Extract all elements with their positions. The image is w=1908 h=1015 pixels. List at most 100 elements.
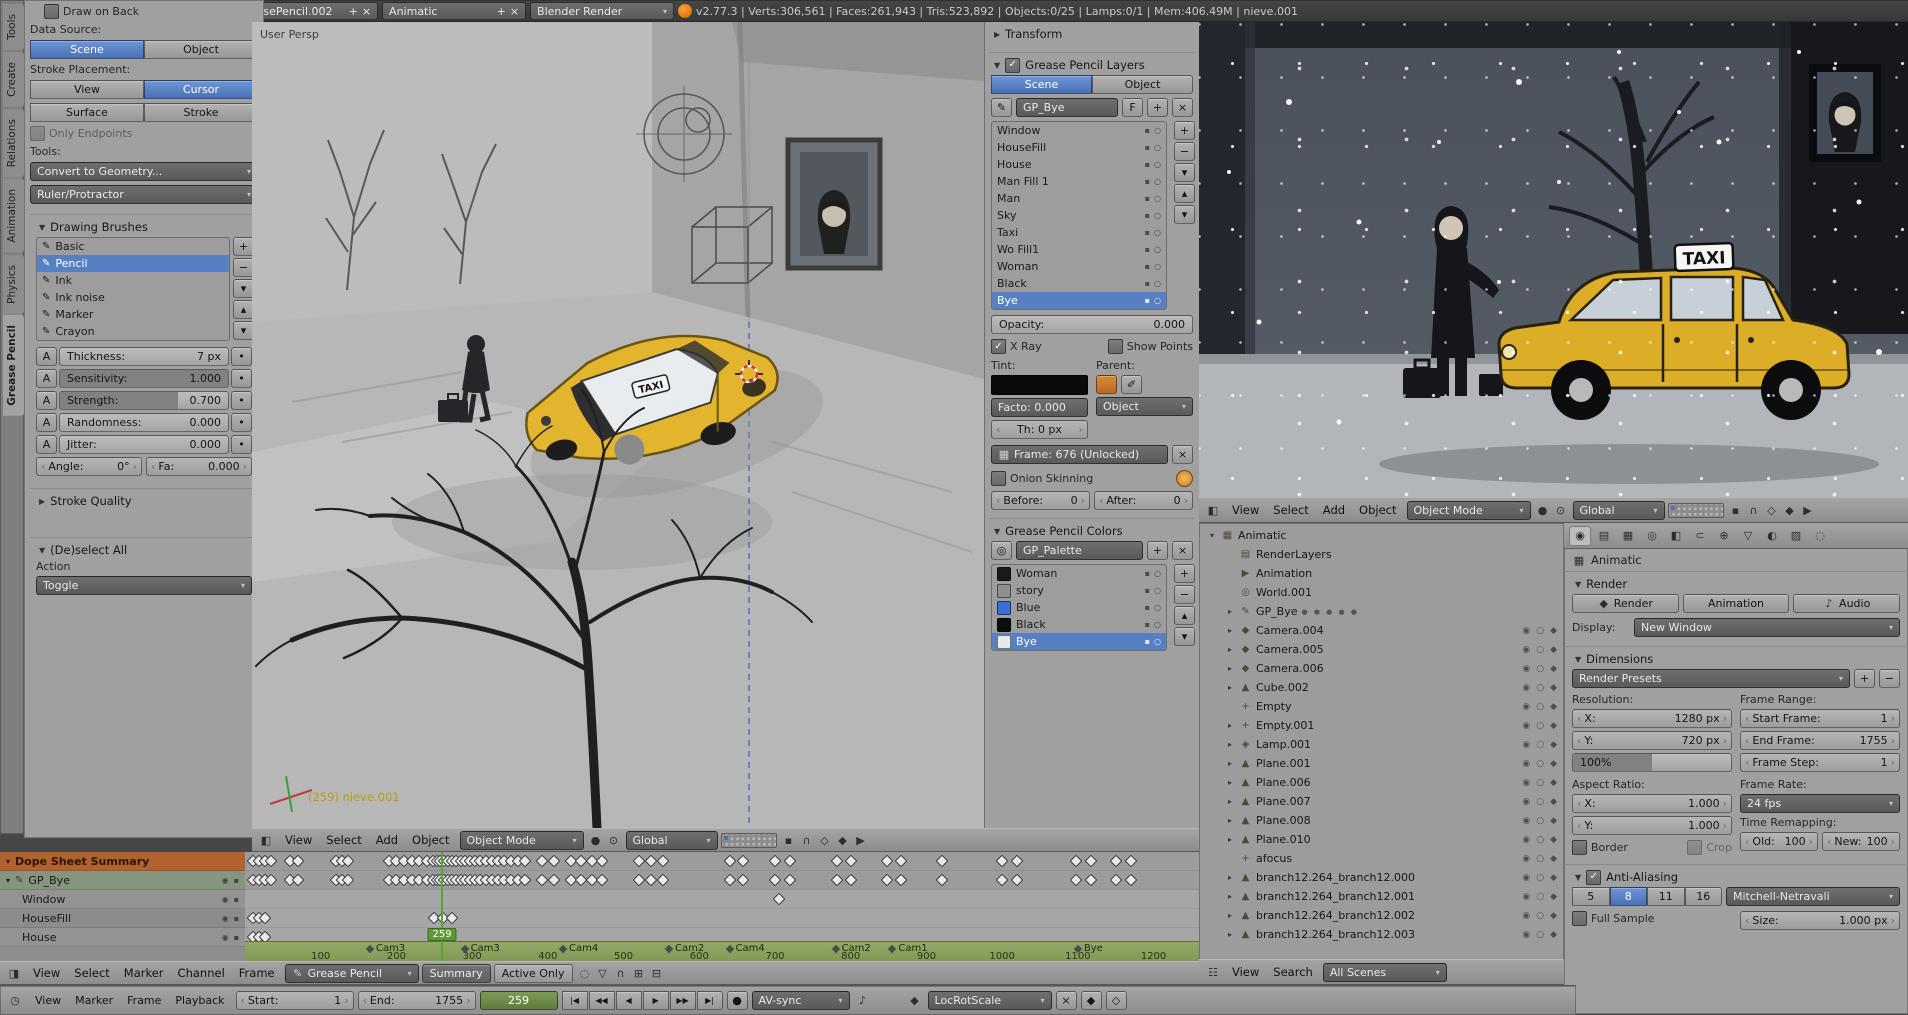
dimensions-panel-header[interactable]: ▼ Dimensions	[1572, 649, 1900, 669]
brush-specials-button[interactable]: ▾	[233, 279, 254, 298]
editor-type-icon[interactable]: ☷	[1204, 964, 1222, 981]
keyframe-diamond[interactable]	[656, 854, 670, 868]
layer-hide-icon[interactable]: ○	[1154, 296, 1161, 305]
tab-world[interactable]: ◎	[1641, 526, 1663, 546]
lock-layers-icon[interactable]: ▪	[1727, 502, 1745, 519]
gp-layer-item[interactable]: Woman ▪ ○	[992, 258, 1166, 275]
shelf-tab-tools[interactable]: Tools	[3, 4, 24, 50]
renderability-camera-icon[interactable]: ◆	[1550, 797, 1557, 807]
panel-collapse-icon[interactable]: ▼	[39, 223, 45, 232]
keyframe-diamond[interactable]	[935, 873, 948, 887]
color-hide-icon[interactable]: ○	[1154, 586, 1161, 595]
delete-frame-button[interactable]: ×	[1172, 445, 1193, 464]
outliner-item[interactable]: ▸ ▲ branch12.264_branch12.001 ◉ ○ ◆	[1203, 887, 1560, 906]
menu-item[interactable]: Select	[67, 966, 116, 980]
gp-color-item[interactable]: Woman ▪ ○	[992, 565, 1166, 582]
gp-context-option[interactable]: Object	[1092, 75, 1193, 94]
expand-icon[interactable]: ▸	[1225, 740, 1235, 749]
placement-option[interactable]: Surface	[30, 103, 144, 122]
selectability-icon[interactable]: ○	[1536, 873, 1544, 883]
keyframe-diamond[interactable]	[768, 854, 782, 868]
renderability-camera-icon[interactable]: ◆	[1550, 816, 1557, 826]
snap-magnet-icon[interactable]: ∩	[1745, 502, 1763, 519]
menu-item[interactable]: Frame	[232, 966, 282, 980]
expand-icon[interactable]: ▸	[1225, 626, 1235, 635]
layer-hide-icon[interactable]: ○	[1154, 211, 1161, 220]
renderability-camera-icon[interactable]: ◆	[1550, 683, 1557, 693]
channel-lock-icon[interactable]: ▪	[234, 914, 239, 923]
fake-user-button[interactable]: F	[1122, 98, 1143, 117]
visibility-eye-icon[interactable]: ◉	[1522, 797, 1530, 807]
render-panel-header[interactable]: ▼ Render	[1572, 574, 1900, 594]
outliner-item[interactable]: ▸ ◈ Lamp.001 ◉ ○ ◆	[1203, 735, 1560, 754]
keyframe-lane-housefill[interactable]	[245, 909, 1199, 928]
next-keyframe-button[interactable]: ▶▶	[669, 991, 696, 1010]
ghost-icon[interactable]: ◌	[576, 965, 594, 982]
color-hide-icon[interactable]: ○	[1154, 603, 1161, 612]
move-layer-down-button[interactable]: ▾	[1174, 205, 1195, 224]
aspect-y-field[interactable]: Y:1.000	[1572, 816, 1732, 835]
clear-keying-set-button[interactable]: ×	[1055, 991, 1077, 1010]
keyframe-diamond[interactable]	[547, 854, 561, 868]
stroke-thickness-field[interactable]: Th: 0 px	[991, 420, 1088, 439]
outliner-display-select[interactable]: All Scenes	[1322, 962, 1447, 982]
lock-layers-icon[interactable]: ▪	[780, 832, 798, 849]
add-scene-button[interactable]: +	[497, 5, 506, 18]
selectability-icon[interactable]: ○	[1536, 664, 1544, 674]
time-remap-old-field[interactable]: Old:100	[1740, 832, 1818, 851]
channel-mute-icon[interactable]: ◉	[222, 914, 229, 923]
visibility-eye-icon[interactable]: ◉	[1522, 645, 1530, 655]
opengl-render-anim-icon[interactable]: ▶	[852, 832, 870, 849]
redo-panel-header[interactable]: ▼ (De)select All	[36, 540, 252, 560]
visibility-eye-icon[interactable]: ◉	[1522, 911, 1530, 921]
editor-type-icon[interactable]: ◧	[257, 832, 275, 849]
copy-keyframes-icon[interactable]: ⊞	[630, 965, 648, 982]
aa-sample-option[interactable]: 8	[1609, 887, 1647, 906]
keyframe-diamond[interactable]	[1010, 873, 1024, 887]
outliner-item[interactable]: ▸ ▲ Plane.010 ◉ ○ ◆	[1203, 830, 1560, 849]
animate-property-button[interactable]: •	[231, 391, 252, 410]
outliner-item[interactable]: ◎ World.001 ◉ ○ ◆	[1203, 583, 1560, 602]
transform-orientation-select[interactable]: Global	[625, 830, 718, 850]
viewport-shading-icon[interactable]: ●	[1534, 502, 1552, 519]
outliner-item-scene[interactable]: ▾ ▦ Animatic ◉ ○ ◆	[1203, 526, 1560, 545]
layer-lock-icon[interactable]: ▪	[1145, 211, 1150, 220]
layer-lock-icon[interactable]: ▪	[1145, 194, 1150, 203]
renderability-camera-icon[interactable]: ◆	[1550, 721, 1557, 731]
palette-name[interactable]: GP_Palette	[1016, 541, 1143, 560]
channel-mute-icon[interactable]: ◉	[222, 895, 229, 904]
gp-layer-item[interactable]: Wo Fill1 ▪ ○	[992, 241, 1166, 258]
opengl-render-icon[interactable]: ◆	[834, 832, 852, 849]
timeline-marker[interactable]: Cam4	[558, 943, 598, 954]
keyframe-diamond[interactable]	[291, 854, 305, 868]
render-button[interactable]: ◆ Render	[1572, 594, 1679, 613]
renderability-camera-icon[interactable]: ◆	[1550, 778, 1557, 788]
channel-lock-icon[interactable]: ▪	[234, 895, 239, 904]
keyframe-diamond[interactable]	[880, 854, 894, 868]
onion-color-button[interactable]	[1176, 470, 1193, 487]
expand-icon[interactable]: ▸	[1225, 816, 1235, 825]
keyframe-diamond[interactable]	[723, 873, 736, 887]
shelf-tab-relations[interactable]: Relations	[3, 108, 24, 177]
keyframe-diamond[interactable]	[446, 911, 459, 925]
fps-select[interactable]: 24 fps	[1740, 794, 1900, 813]
selectability-icon[interactable]: ○	[1536, 854, 1544, 864]
play-reverse-button[interactable]: ◀	[615, 991, 642, 1010]
visibility-eye-icon[interactable]: ◉	[1522, 664, 1530, 674]
renderability-camera-icon[interactable]: ◆	[1550, 911, 1557, 921]
gp-layer-item[interactable]: Window ▪ ○	[992, 122, 1166, 139]
layer-lock-icon[interactable]: ▪	[1145, 126, 1150, 135]
only-endpoints-checkbox[interactable]	[30, 126, 45, 141]
expand-icon[interactable]: ▸	[1225, 911, 1235, 920]
menu-item[interactable]: Frame	[120, 994, 168, 1007]
parent-object-icon[interactable]	[1096, 375, 1117, 394]
add-preset-button[interactable]: +	[1854, 669, 1875, 688]
outliner-item[interactable]: ▸ ▲ Plane.007 ◉ ○ ◆	[1203, 792, 1560, 811]
layer-lock-icon[interactable]: ▪	[1145, 160, 1150, 169]
renderability-camera-icon[interactable]: ◆	[1550, 854, 1557, 864]
selectability-icon[interactable]: ○	[1536, 740, 1544, 750]
resolution-percentage-slider[interactable]: 100%	[1572, 753, 1732, 772]
mode-select[interactable]: Object Mode	[459, 830, 584, 850]
keyframe-diamond[interactable]	[736, 873, 750, 887]
menu-item[interactable]: View	[1225, 503, 1266, 517]
